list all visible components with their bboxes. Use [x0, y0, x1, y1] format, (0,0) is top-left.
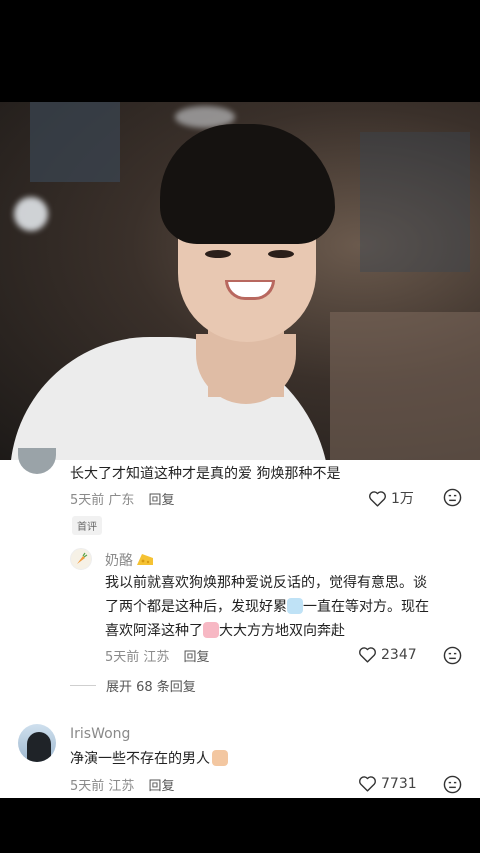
heart-outline-icon [359, 776, 376, 792]
dislike-face-icon [443, 488, 462, 507]
reply-meta: 5天前 江苏 回复 [105, 646, 210, 665]
reply-button[interactable]: 回复 [149, 779, 175, 794]
person-eye [205, 250, 231, 258]
comments-panel: 长大了才知道这种才是真的爱 狗焕那种不是 5天前 广东 回复 1万 首评 奶酪 … [0, 448, 480, 798]
carrot-icon [77, 552, 88, 564]
background-window [360, 132, 470, 272]
avatar[interactable] [18, 724, 56, 762]
like-button[interactable]: 1万 [368, 488, 414, 508]
expand-replies-button[interactable]: 展开 68 条回复 [70, 676, 196, 695]
bottom-letterbox [0, 798, 480, 853]
dislike-face-icon [443, 646, 462, 665]
dislike-button[interactable] [443, 646, 462, 669]
dislike-button[interactable] [443, 775, 462, 798]
reply-text-line: 我以前就喜欢狗焕那种爱说反话的，觉得有意思。谈 [105, 575, 427, 591]
reply-text-segment: 一直在等对方。现在 [303, 599, 429, 615]
comment-time-location: 5天前 江苏 [70, 779, 135, 794]
comment-text: 长大了才知道这种才是真的爱 狗焕那种不是 [70, 466, 341, 482]
background-window [30, 102, 120, 182]
sticker-icon [212, 750, 228, 766]
reply-button[interactable]: 回复 [149, 493, 175, 508]
person-eye [268, 250, 294, 258]
comment-text: 净演一些不存在的男人 [70, 749, 228, 770]
expand-replies-label: 展开 68 条回复 [106, 680, 196, 695]
bokeh-light [14, 197, 48, 231]
comment-time-location: 5天前 广东 [70, 493, 135, 508]
like-count: 1万 [391, 491, 414, 507]
dislike-face-icon [443, 775, 462, 794]
reply-text-segment: 喜欢阿泽这种了 [105, 623, 203, 639]
comment-meta: 5天前 江苏 回复 [70, 775, 175, 794]
shy-sticker-icon [203, 622, 219, 638]
avatar-silhouette [27, 732, 51, 762]
person-hair [160, 124, 335, 244]
reply-text-line: 了两个都是这种后，发现好累 一直在等对方。现在 [105, 597, 465, 618]
background-shelf [330, 312, 480, 460]
like-button[interactable]: 7731 [358, 775, 417, 792]
like-button[interactable]: 2347 [358, 646, 417, 663]
username[interactable]: IrisWong [70, 726, 130, 742]
divider [70, 685, 96, 686]
cheese-icon [137, 554, 153, 565]
reply-text-line: 喜欢阿泽这种了 大大方方地双向奔赴 [105, 621, 465, 642]
comment-meta: 5天前 广东 回复 [70, 489, 175, 508]
username-text: 奶酪 [105, 553, 133, 569]
reply-text: 我以前就喜欢狗焕那种爱说反话的，觉得有意思。谈 了两个都是这种后，发现好累 一直在… [105, 573, 465, 642]
reply-button[interactable]: 回复 [184, 650, 210, 665]
avatar[interactable] [70, 548, 92, 570]
avatar[interactable] [18, 448, 56, 474]
first-comment-badge: 首评 [72, 516, 102, 535]
reply-text-segment: 了两个都是这种后，发现好累 [105, 599, 287, 615]
reply-time-location: 5天前 江苏 [105, 650, 170, 665]
tired-sticker-icon [287, 598, 303, 614]
like-count: 2347 [381, 646, 417, 663]
heart-outline-icon [369, 490, 386, 507]
post-photo[interactable] [0, 102, 480, 460]
username[interactable]: 奶酪 [105, 550, 154, 570]
reply-text-segment: 大大方方地双向奔赴 [219, 623, 345, 639]
comment-text-segment: 净演一些不存在的男人 [70, 751, 210, 767]
heart-outline-icon [359, 647, 376, 663]
dislike-button[interactable] [443, 488, 462, 511]
like-count: 7731 [381, 775, 417, 792]
